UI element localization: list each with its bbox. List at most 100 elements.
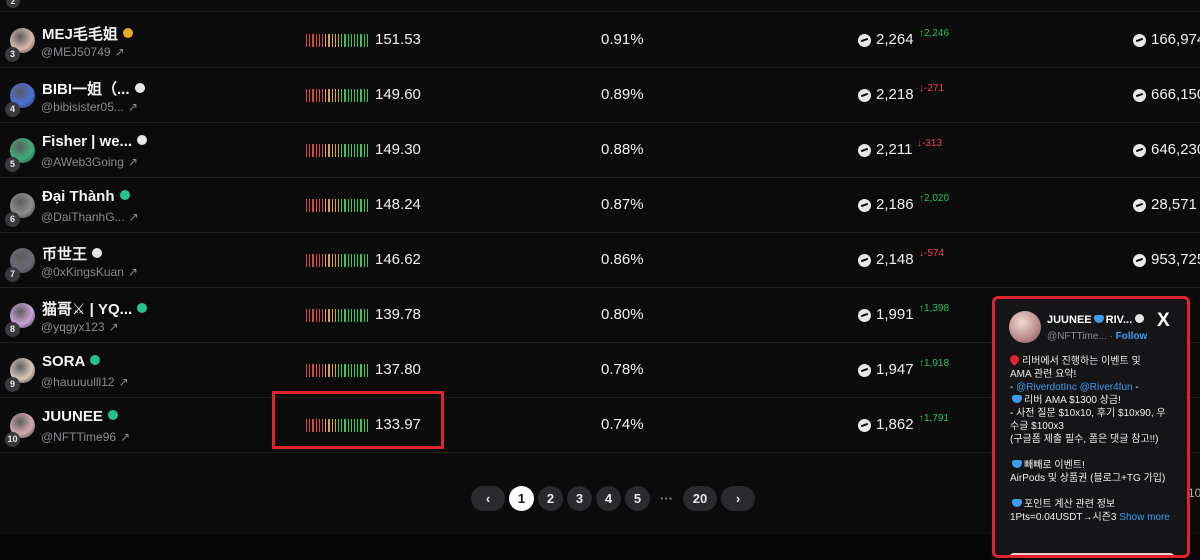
- meter-bar: [312, 254, 314, 267]
- handle-text: @MEJ50749: [41, 45, 111, 59]
- external-link-icon[interactable]: ↗: [119, 375, 129, 389]
- meter-bar: [357, 364, 359, 377]
- balance-change: ↓-271: [919, 83, 945, 94]
- balance-value: 2,264: [876, 31, 914, 48]
- share-percent: 0.86%: [601, 251, 644, 268]
- total-value: 646,230: [1151, 141, 1200, 158]
- popup-avatar[interactable]: [1009, 311, 1041, 343]
- meter-bar: [328, 199, 330, 212]
- bio-spacer: [1010, 485, 1186, 498]
- meter-bar: [366, 309, 369, 322]
- score-value: 148.24: [375, 196, 421, 213]
- score-meter: [306, 254, 369, 267]
- popup-action-bar[interactable]: [1009, 553, 1175, 555]
- score-meter: [306, 199, 369, 212]
- bio-text: - 사전 질문 $10x10, 후기 $10x90, 우: [1010, 408, 1166, 419]
- user-name[interactable]: MEJ毛毛姐: [42, 23, 133, 44]
- external-link-icon[interactable]: ↗: [128, 155, 138, 169]
- verified-icon: [137, 303, 148, 313]
- meter-bar: [322, 199, 324, 212]
- user-handle[interactable]: @0xKingsKuan ↗: [41, 265, 138, 279]
- table-row[interactable]: 6 Đại Thành @DaiThanhG... ↗ 148.24 0.87% 2,186…: [0, 178, 1200, 233]
- x-logo-icon[interactable]: X: [1157, 311, 1170, 330]
- meter-bar: [322, 254, 324, 267]
- user-handle[interactable]: @hauuuulll12 ↗: [41, 375, 129, 389]
- wave-icon: [1012, 499, 1022, 507]
- wave-icon: [1012, 460, 1022, 468]
- user-handle[interactable]: @AWeb3Going ↗: [41, 155, 138, 169]
- meter-bar: [354, 144, 356, 157]
- bio-line: (구글폼 제출 필수, 폼은 댓글 참고!!): [1010, 433, 1186, 446]
- meter-bar: [347, 144, 349, 157]
- table-row[interactable]: 7 币世王 @0xKingsKuan ↗ 146.62 0.86% 2,148 ↓-574 95…: [0, 233, 1200, 288]
- meter-bar: [322, 144, 324, 157]
- meter-bar: [360, 309, 362, 322]
- meter-bar: [318, 309, 321, 322]
- external-link-icon[interactable]: ↗: [109, 320, 119, 334]
- meter-bar: [350, 309, 353, 322]
- user-name-text: BIBI一姐（...: [42, 81, 130, 98]
- show-more-link[interactable]: Show more: [1119, 512, 1170, 523]
- external-link-icon[interactable]: ↗: [120, 430, 130, 444]
- page-button[interactable]: 1: [509, 486, 534, 511]
- external-link-icon[interactable]: ↗: [129, 210, 139, 224]
- balance-change: ↑1,398: [919, 303, 950, 314]
- bio-line: AMA 관련 요약!: [1010, 368, 1186, 381]
- profile-hover-card[interactable]: JUUNEE RIV... @NFTTime... · Follow X 리버에서…: [992, 296, 1190, 558]
- score-meter: [306, 144, 369, 157]
- share-percent: 0.74%: [601, 416, 644, 433]
- page-button-last[interactable]: 20: [683, 486, 717, 511]
- table-row[interactable]: 5 Fisher | we... @AWeb3Going ↗ 149.30 0.88% 2,…: [0, 123, 1200, 178]
- meter-bar: [341, 309, 343, 322]
- user-name[interactable]: Fisher | we...: [42, 133, 148, 150]
- user-handle[interactable]: @NFTTime96 ↗: [41, 430, 130, 444]
- verified-icon: [119, 190, 130, 200]
- prev-page-button[interactable]: ‹: [471, 486, 505, 511]
- external-link-icon[interactable]: ↗: [128, 265, 138, 279]
- meter-bar: [334, 254, 337, 267]
- user-name[interactable]: 币世王: [42, 243, 103, 264]
- meter-bar: [338, 199, 340, 212]
- external-link-icon[interactable]: ↗: [115, 45, 125, 59]
- meter-bar: [360, 199, 362, 212]
- meter-bar: [344, 364, 346, 377]
- next-page-button[interactable]: ›: [721, 486, 755, 511]
- page-button[interactable]: 2: [538, 486, 563, 511]
- meter-bar: [347, 364, 349, 377]
- user-name[interactable]: 猫哥⚔ | YQ...: [42, 298, 148, 319]
- mention-link[interactable]: @RiverdotInc @River4fun: [1016, 382, 1132, 393]
- meter-bar: [315, 89, 317, 102]
- meter-bar: [325, 254, 327, 267]
- meter-bar: [325, 364, 327, 377]
- user-handle[interactable]: @MEJ50749 ↗: [41, 45, 125, 59]
- token-icon: [858, 34, 871, 47]
- user-name-text: 猫哥⚔ | YQ...: [42, 301, 133, 318]
- user-handle[interactable]: @bibisister05... ↗: [41, 100, 138, 114]
- user-name[interactable]: JUUNEE: [42, 408, 118, 425]
- verified-icon: [92, 248, 103, 258]
- page-button[interactable]: 3: [567, 486, 592, 511]
- user-name[interactable]: Đại Thành: [42, 188, 130, 205]
- meter-bar: [306, 89, 308, 102]
- balance-change: ↑2,246: [919, 28, 950, 39]
- user-handle[interactable]: @yqgyx123 ↗: [41, 320, 119, 334]
- table-row[interactable]: 3 MEJ毛毛姐 @MEJ50749 ↗ 151.53 0.91% 2,264 ↑2,246 1…: [0, 13, 1200, 68]
- user-handle[interactable]: @DaiThanhG... ↗: [41, 210, 139, 224]
- table-row[interactable]: 4 BIBI一姐（... @bibisister05... ↗ 149.60 0.89% 2…: [0, 68, 1200, 123]
- user-name[interactable]: BIBI一姐（...: [42, 78, 145, 99]
- meter-bar: [309, 144, 311, 157]
- score-value: 149.30: [375, 141, 421, 158]
- popup-display-name[interactable]: JUUNEE RIV...: [1047, 314, 1145, 326]
- meter-bar: [315, 364, 317, 377]
- user-name[interactable]: SORA: [42, 353, 101, 370]
- page-button[interactable]: 4: [596, 486, 621, 511]
- meter-bar: [363, 144, 365, 157]
- external-link-icon[interactable]: ↗: [128, 100, 138, 114]
- user-name-text: SORA: [42, 353, 86, 370]
- balance-value: 1,991: [876, 306, 914, 323]
- token-icon: [858, 144, 871, 157]
- meter-bar: [318, 254, 321, 267]
- page-button[interactable]: 5: [625, 486, 650, 511]
- follow-button[interactable]: Follow: [1116, 331, 1148, 342]
- bio-line: 리버 AMA $1300 상금!: [1010, 394, 1186, 407]
